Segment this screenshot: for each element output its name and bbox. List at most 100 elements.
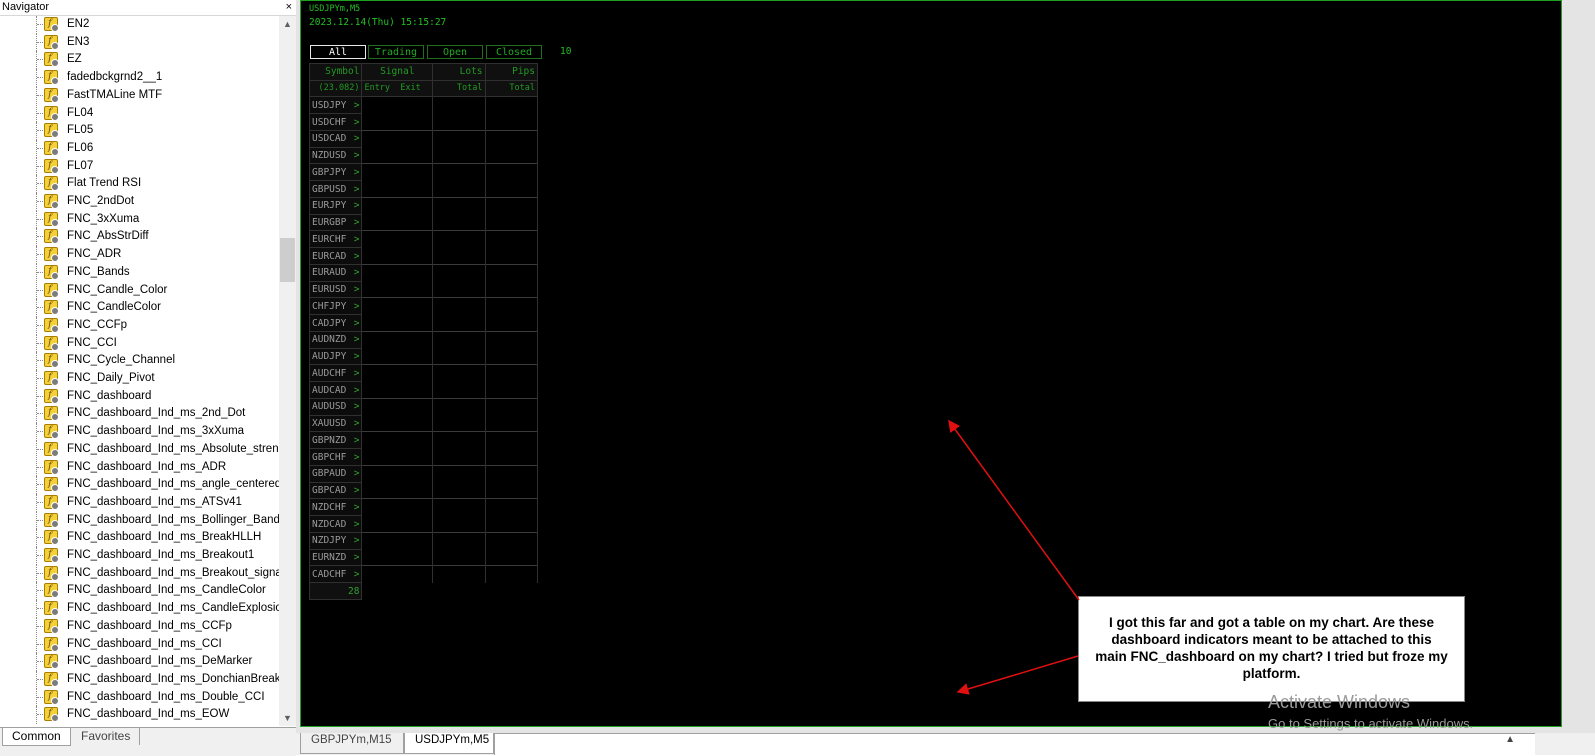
tree-item[interactable]: f fadedbckgrnd2__1 — [0, 69, 279, 87]
expand-arrow-icon[interactable]: > — [354, 182, 360, 197]
table-row[interactable]: GBPCAD > — [308, 482, 539, 500]
tree-item[interactable]: f FNC_Daily_Pivot — [0, 370, 279, 388]
table-row[interactable]: GBPUSD > — [308, 180, 539, 198]
expand-arrow-icon[interactable]: > — [354, 232, 360, 247]
scroll-up-icon[interactable]: ▲ — [279, 16, 296, 32]
expand-arrow-icon[interactable]: > — [354, 433, 360, 448]
tree-item[interactable]: f FNC_dashboard_Ind_ms_Bollinger_Band_ — [0, 511, 279, 530]
table-row[interactable]: AUDCHF > — [308, 364, 539, 383]
tab-favorites[interactable]: Favorites — [72, 728, 141, 745]
expand-arrow-icon[interactable]: > — [354, 316, 360, 331]
table-row[interactable]: GBPNZD > — [308, 431, 539, 450]
tree-item[interactable]: f FL07 — [0, 157, 279, 176]
expand-arrow-icon[interactable]: > — [354, 215, 360, 230]
tree-item[interactable]: f FL06 — [0, 139, 279, 158]
table-row[interactable]: AUDCAD > — [308, 381, 539, 399]
expand-arrow-icon[interactable]: > — [354, 98, 360, 113]
expand-arrow-icon[interactable]: > — [354, 383, 360, 398]
tree-item[interactable]: f EN3 — [0, 33, 279, 52]
tree-item[interactable]: f FNC_2ndDot — [0, 193, 279, 211]
expand-arrow-icon[interactable]: > — [354, 366, 360, 381]
tree-item[interactable]: f FNC_dashboard_Ind_ms_2nd_Dot — [0, 405, 279, 424]
tree-item[interactable]: f FNC_dashboard_Ind_ms_Absolute_streng — [0, 440, 279, 459]
tree-item[interactable]: f FNC_dashboard_Ind_ms_Double_CCI — [0, 688, 279, 707]
tree-item[interactable]: f FNC_dashboard_Ind_ms_CCFp — [0, 617, 279, 636]
tree-item[interactable]: f FNC_AbsStrDiff — [0, 228, 279, 247]
tree-item[interactable]: f EN2 — [0, 16, 279, 34]
tree-item[interactable]: f FNC_dashboard_Ind_ms_EOW — [0, 706, 279, 724]
expand-arrow-icon[interactable]: > — [354, 131, 360, 146]
expand-arrow-icon[interactable]: > — [354, 567, 360, 582]
expand-arrow-icon[interactable]: > — [354, 533, 360, 548]
table-row[interactable]: USDCAD > — [308, 129, 539, 148]
tree-item[interactable]: f FNC_Cycle_Channel — [0, 352, 279, 370]
table-row[interactable]: EURJPY > — [308, 196, 539, 215]
table-row[interactable]: USDJPY > — [308, 96, 539, 115]
table-row[interactable]: AUDUSD > — [308, 397, 539, 416]
scroll-down-icon[interactable]: ▼ — [279, 710, 296, 726]
filter-all-button[interactable]: All — [310, 45, 366, 59]
tab-common[interactable]: Common — [2, 728, 71, 746]
tree-item[interactable]: f FNC_CCI — [0, 334, 279, 353]
tree-item[interactable]: f FL04 — [0, 104, 279, 123]
tree-item[interactable]: f FastTMALine MTF — [0, 86, 279, 105]
table-row[interactable]: GBPJPY > — [308, 163, 539, 182]
tree-item[interactable]: f FNC_dashboard_Ind_ms_Breakout_signal — [0, 564, 279, 583]
expand-arrow-icon[interactable]: > — [354, 198, 360, 213]
expand-arrow-icon[interactable]: > — [354, 165, 360, 180]
expand-arrow-icon[interactable]: > — [354, 349, 360, 364]
table-row[interactable]: NZDCHF > — [308, 498, 539, 517]
tree-item[interactable]: f FNC_dashboard_Ind_ms_ATSv41 — [0, 493, 279, 512]
tree-item[interactable]: f FNC_dashboard_Ind_ms_CandleColor — [0, 582, 279, 601]
tree-item[interactable]: f FNC_dashboard_Ind_ms_Breakout1 — [0, 547, 279, 565]
tree-item[interactable]: f FNC_dashboard_Ind_ms_BreakHLLH — [0, 529, 279, 547]
tree-item[interactable]: f FNC_dashboard_Ind_ms_3xXuma — [0, 423, 279, 441]
filter-open-button[interactable]: Open — [427, 45, 483, 59]
chart-tab-gbpjpy[interactable]: GBPJPYm,M15 — [300, 733, 404, 754]
expand-arrow-icon[interactable]: > — [354, 416, 360, 431]
tree-item[interactable]: f FNC_Candle_Color — [0, 281, 279, 300]
table-row[interactable]: EURGBP > — [308, 214, 539, 232]
tree-item[interactable]: f EZ — [0, 51, 279, 70]
tree-item[interactable]: f FL05 — [0, 122, 279, 140]
tree-item[interactable]: f FNC_dashboard_Ind_ms_CandleExplosion — [0, 600, 279, 618]
tree-item[interactable]: f FNC_dashboard_Ind_ms_DonchianBreako — [0, 670, 279, 689]
expand-arrow-icon[interactable]: > — [354, 450, 360, 465]
table-row[interactable]: CHFJPY > — [308, 297, 539, 316]
expand-arrow-icon[interactable]: > — [354, 517, 360, 532]
chart-tab-scroll-icon[interactable]: ▲ — [1505, 734, 1515, 745]
tree-item[interactable]: f Flat Trend RSI — [0, 175, 279, 193]
expand-arrow-icon[interactable]: > — [354, 299, 360, 314]
chart-tab-usdjpy[interactable]: USDJPYm,M5 — [404, 733, 494, 754]
navigator-close-button[interactable]: × — [286, 0, 292, 14]
expand-arrow-icon[interactable]: > — [354, 399, 360, 414]
table-row[interactable]: XAUUSD > — [308, 415, 539, 433]
table-row[interactable]: EURUSD > — [308, 281, 539, 299]
tree-item[interactable]: f FNC_dashboard_Ind_ms_angle_centered_ — [0, 476, 279, 494]
expand-arrow-icon[interactable]: > — [354, 483, 360, 498]
tree-item[interactable]: f FNC_3xXuma — [0, 210, 279, 229]
table-row[interactable]: NZDJPY > — [308, 531, 539, 550]
tree-item[interactable]: f FNC_dashboard_Ind_ms_CCI — [0, 635, 279, 654]
table-row[interactable]: EURNZD > — [308, 549, 539, 567]
expand-arrow-icon[interactable]: > — [354, 282, 360, 297]
table-row[interactable]: NZDCAD > — [308, 515, 539, 533]
tree-item[interactable]: f FNC_Bands — [0, 263, 279, 282]
table-row[interactable]: GBPAUD > — [308, 464, 539, 483]
expand-arrow-icon[interactable]: > — [354, 500, 360, 515]
table-row[interactable]: CADCHF > — [308, 565, 539, 584]
tree-item[interactable]: f FNC_dashboard_Ind_ms_DeMarker — [0, 653, 279, 671]
navigator-scrollbar[interactable]: ▲ ▼ — [279, 16, 296, 726]
table-row[interactable]: EURCHF > — [308, 230, 539, 249]
expand-arrow-icon[interactable]: > — [354, 466, 360, 481]
tree-item[interactable]: f FNC_dashboard — [0, 387, 279, 406]
tree-item[interactable]: f FNC_CCFp — [0, 316, 279, 335]
scrollbar-thumb[interactable] — [280, 238, 295, 282]
table-row[interactable]: EURAUD > — [308, 263, 539, 282]
table-row[interactable]: AUDJPY > — [308, 348, 539, 366]
expand-arrow-icon[interactable]: > — [354, 265, 360, 280]
filter-closed-button[interactable]: Closed — [486, 45, 542, 59]
tree-item[interactable]: f FNC_dashboard_Ind_ms_ADR — [0, 458, 279, 477]
expand-arrow-icon[interactable]: > — [354, 115, 360, 130]
filter-trading-button[interactable]: Trading — [368, 45, 424, 59]
